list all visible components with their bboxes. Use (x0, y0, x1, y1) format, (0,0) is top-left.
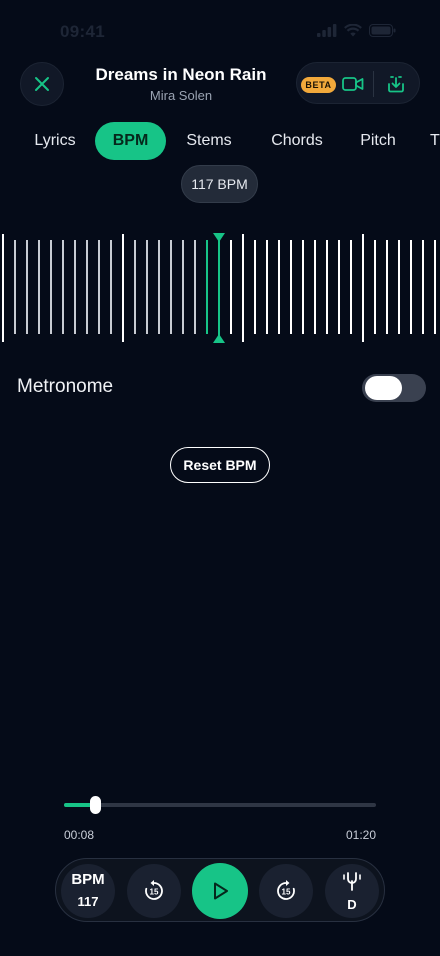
key-button[interactable]: D (325, 864, 379, 918)
forward-15-label: 15 (282, 888, 291, 897)
metronome-toggle[interactable] (362, 374, 426, 402)
rewind-15-icon: 15 (145, 880, 163, 900)
player-bar: BPM 117 15 15 D (55, 858, 385, 922)
close-button[interactable] (20, 62, 64, 106)
close-icon (35, 77, 49, 91)
wifi-icon (344, 24, 362, 37)
video-camera-icon (342, 77, 364, 91)
download-icon (388, 76, 404, 93)
tab-partial[interactable]: T (430, 122, 440, 160)
beta-badge: BETA (301, 77, 336, 93)
header-actions: BETA (296, 62, 420, 104)
play-icon (214, 882, 228, 900)
forward-15-icon: 15 (277, 880, 295, 900)
progress-thumb[interactable] (89, 796, 101, 814)
time-total: 01:20 (345, 828, 376, 842)
toggle-knob (365, 376, 402, 400)
tab-stems[interactable]: Stems (178, 122, 240, 160)
tab-lyrics[interactable]: Lyrics (26, 122, 84, 160)
time-elapsed: 00:08 (64, 828, 95, 842)
bpm-button[interactable]: BPM 117 (61, 864, 115, 918)
forward-15-button[interactable]: 15 (259, 864, 313, 918)
progress-bar[interactable] (64, 796, 376, 814)
bpm-button-label: BPM (71, 871, 105, 888)
tab-chords[interactable]: Chords (262, 122, 332, 160)
signal-icon (317, 24, 337, 37)
bpm-ruler[interactable] (0, 228, 440, 348)
tab-bpm[interactable]: BPM (95, 122, 166, 160)
reset-bpm-button[interactable]: Reset BPM (170, 447, 270, 483)
song-header: Dreams in Neon Rain Mira Solen BETA (0, 62, 440, 108)
bpm-marker[interactable] (213, 233, 225, 343)
feature-tabs: Lyrics BPM Stems Chords Pitch T (0, 122, 440, 160)
status-time: 09:41 (60, 22, 105, 41)
tab-pitch[interactable]: Pitch (352, 122, 404, 160)
rewind-15-label: 15 (150, 888, 159, 897)
action-divider (373, 71, 374, 97)
download-button[interactable] (385, 73, 407, 95)
video-button[interactable] (341, 73, 365, 95)
battery-icon (369, 24, 396, 37)
bpm-button-value: 117 (77, 894, 99, 909)
status-bar: 09:41 (0, 0, 440, 62)
key-label: D (347, 896, 357, 912)
metronome-label: Metronome (17, 376, 114, 397)
status-icons (317, 24, 396, 37)
song-title: Dreams in Neon Rain (95, 65, 267, 84)
song-artist: Mira Solen (149, 88, 213, 103)
tuning-fork-icon (343, 871, 361, 891)
play-button[interactable] (192, 863, 248, 919)
bpm-value-pill: 117 BPM (181, 165, 258, 203)
rewind-15-button[interactable]: 15 (127, 864, 181, 918)
